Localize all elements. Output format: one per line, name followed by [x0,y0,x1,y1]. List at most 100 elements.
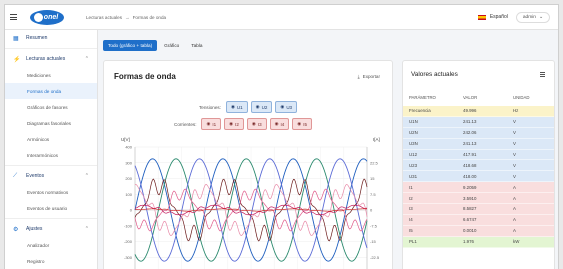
top-bar: onel Lecturas actuales → Formas de onda … [5,5,558,30]
unit-cell: Hz [513,108,519,114]
value-cell: 418.00 [463,173,477,179]
grid-icon: ▦ [13,36,19,42]
value-cell: 9.2059 [463,184,477,190]
sidebar-item-interarmónicos[interactable]: Interarmónicos [5,147,97,163]
y-tick-label-left: -200 [124,239,133,244]
voltage-toggle-u3[interactable]: ◉ U3 [275,101,298,113]
table-row: I5 0.0010 A [403,225,554,237]
sidebar-item-ajustes[interactable]: ⚙ Ajustes ⌃ [5,221,97,237]
value-cell: 0.0010 [463,228,477,234]
spain-flag-icon [477,14,486,20]
y-tick-label-right: -7.5 [370,223,378,228]
sidebar-item-armónicos[interactable]: Armónicos [5,131,97,147]
voltage-toggle-u1[interactable]: ◉ U1 [225,101,248,113]
sidebar-item-eventos-de-usuario[interactable]: Eventos de usuario [5,200,97,216]
panel-title: Valores actuales [411,71,458,78]
table-row: Frecuencia 49.996 Hz [403,106,554,117]
chevron-up-icon: ⌃ [84,56,89,62]
current-toggle-i5[interactable]: ◉ I5 [292,118,312,130]
unit-cell: V [513,162,516,168]
eye-icon: ◉ [255,104,260,109]
param-cell: U2N [409,130,418,136]
chevron-down-icon: ⌄ [538,14,543,20]
value-cell: 242.06 [463,130,477,136]
chip-label: U1 [236,104,243,110]
current-toggle-i1[interactable]: ◉ I1 [201,118,222,130]
sidebar-item-formas-de-onda[interactable]: Formas de onda [5,83,97,99]
tab-2[interactable]: Tabla [186,40,207,51]
value-cell: 49.996 [463,108,477,114]
unit-cell: A [513,217,516,223]
download-icon: ⤓ [357,74,360,79]
unit-cell: A [513,228,516,234]
breadcrumb-item[interactable]: Lecturas actuales [86,15,122,20]
chip-label: U2 [261,104,268,110]
current-toggle-i4[interactable]: ◉ I4 [269,118,290,130]
sidebar-item-resumen[interactable]: ▦ Resumen [5,30,97,46]
param-cell: I3 [409,206,413,212]
app-window: onel Lecturas actuales → Formas de onda … [4,4,559,269]
param-cell: PL1 [409,239,417,245]
table-row: I3 8.5827 A [403,204,554,215]
y-tick-label-right: 22.5 [370,160,379,165]
current-toggles: Corrientes: ◉ I1 ◉ I2 ◉ I3 ◉ I4 ◉ I5 [174,118,312,130]
sidebar-item-lecturas-actuales[interactable]: ⚡ Lecturas actuales ⌃ [5,51,97,67]
sidebar-item-gráficos-de-fasores[interactable]: Gráficos de fasores [5,99,97,115]
y-tick-label-right: 7.5 [370,192,376,197]
table-row: U23 418.68 V [403,160,554,172]
chart-line-icon: ⟋ [13,173,18,179]
breadcrumb-item: Formas de onda [132,14,167,20]
column-header: PARÁMETRO [409,95,436,100]
breadcrumb-separator: → [125,14,130,20]
param-cell: I5 [409,228,413,234]
sidebar-divider [5,218,97,219]
value-cell: 8.5827 [463,206,477,212]
user-menu[interactable]: admin ⌄ [515,11,550,23]
unit-cell: A [513,195,516,201]
voltage-toggle-u2[interactable]: ◉ U2 [250,101,273,113]
table-row: U31 418.00 V [403,171,554,183]
tab-0[interactable]: Todo (gráfico + tabla) [103,40,158,51]
chip-label: I1 [212,121,217,127]
tab-1[interactable]: Gráfico [159,40,184,51]
menu-icon[interactable] [540,72,545,78]
param-cell: U12 [409,152,418,157]
language-selector[interactable]: Español [477,14,508,20]
eye-icon: ◉ [206,121,211,126]
param-cell: I4 [409,217,413,223]
current-toggle-i3[interactable]: ◉ I3 [246,118,267,130]
sidebar-item-label: Ajustes [26,226,43,232]
y-axis-label-right: I[A] [373,137,380,142]
logo-text: onel [43,13,59,21]
table-row: U2N 242.06 V [403,127,554,139]
param-cell: Frecuencia [409,108,431,114]
y-tick-label-left: -300 [124,255,133,260]
param-cell: I2 [409,195,413,201]
menu-icon[interactable] [10,13,24,21]
eye-icon: ◉ [229,121,234,126]
y-tick-label-left: 200 [125,176,132,181]
sidebar-item-eventos[interactable]: ⟋ Eventos ⌃ [5,168,97,184]
chip-label: I5 [303,121,307,127]
sidebar-item-analizador[interactable]: Analizador [5,237,97,253]
values-table: Frecuencia 49.996 Hz U1N 241.13 V U2N 242.06 V U3… [403,106,554,248]
sidebar-item-registro[interactable]: Registro [5,253,97,269]
sidebar-item-diagramas-fasoriales[interactable]: Diagramas fasoriales [5,115,97,131]
brand-logo[interactable]: onel [30,9,64,25]
unit-cell: A [513,206,516,212]
unit-cell: V [513,130,516,136]
export-button[interactable]: ⤓ Exportar [358,74,380,79]
value-cell: 241.13 [463,141,477,147]
y-tick-label-left: 0 [130,208,133,213]
sidebar-item-mediciones[interactable]: Mediciones [5,67,97,83]
current-toggle-i2[interactable]: ◉ I2 [224,118,244,130]
param-cell: U31 [409,173,418,179]
eye-icon: ◉ [251,121,256,126]
breadcrumb: Lecturas actuales → Formas de onda [86,15,166,20]
eye-icon: ◉ [297,121,302,126]
y-tick-label-right: -15 [370,239,377,244]
waveform-chart: U[V]I[A]4003002001000-100-200-300-40022.… [121,137,380,269]
sidebar-divider [5,165,97,166]
sidebar-item-eventos-normativos[interactable]: Eventos normativos [5,184,97,200]
y-tick-label-left: 400 [125,145,132,150]
